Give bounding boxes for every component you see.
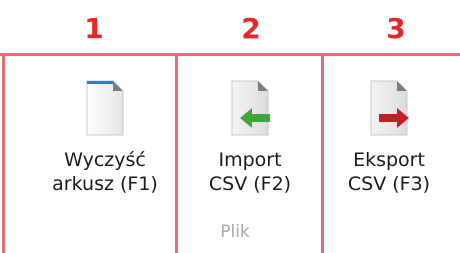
export-csv-label-line1: Eksport <box>353 149 425 171</box>
callout-divider-left <box>2 53 5 253</box>
export-csv-label-line2: CSV (F3) <box>347 173 431 195</box>
callout-divider-1-2 <box>175 53 178 253</box>
callout-number-3: 3 <box>386 12 406 45</box>
callout-divider-2-3 <box>321 53 324 253</box>
clear-sheet-button[interactable]: Wyczyść arkusz (F1) <box>40 60 170 220</box>
clear-sheet-label-line1: Wyczyść <box>64 149 146 171</box>
blank-page-icon <box>81 78 129 138</box>
clear-sheet-label-line2: arkusz (F1) <box>52 173 158 195</box>
ribbon-group-plik: 1 2 3 Wyczyść arkusz (F1) Import CSV (F2… <box>0 0 460 253</box>
import-csv-label-line1: Import <box>218 149 282 171</box>
import-csv-label-line2: CSV (F2) <box>208 173 292 195</box>
callout-number-1: 1 <box>84 12 104 45</box>
export-csv-button[interactable]: Eksport CSV (F3) <box>329 60 449 220</box>
export-csv-icon <box>365 78 413 138</box>
ribbon-group-label: Plik <box>220 222 250 242</box>
import-csv-button[interactable]: Import CSV (F2) <box>190 60 310 220</box>
callout-frame-top <box>0 53 460 56</box>
callout-number-2: 2 <box>241 12 261 45</box>
import-csv-icon <box>226 78 274 138</box>
